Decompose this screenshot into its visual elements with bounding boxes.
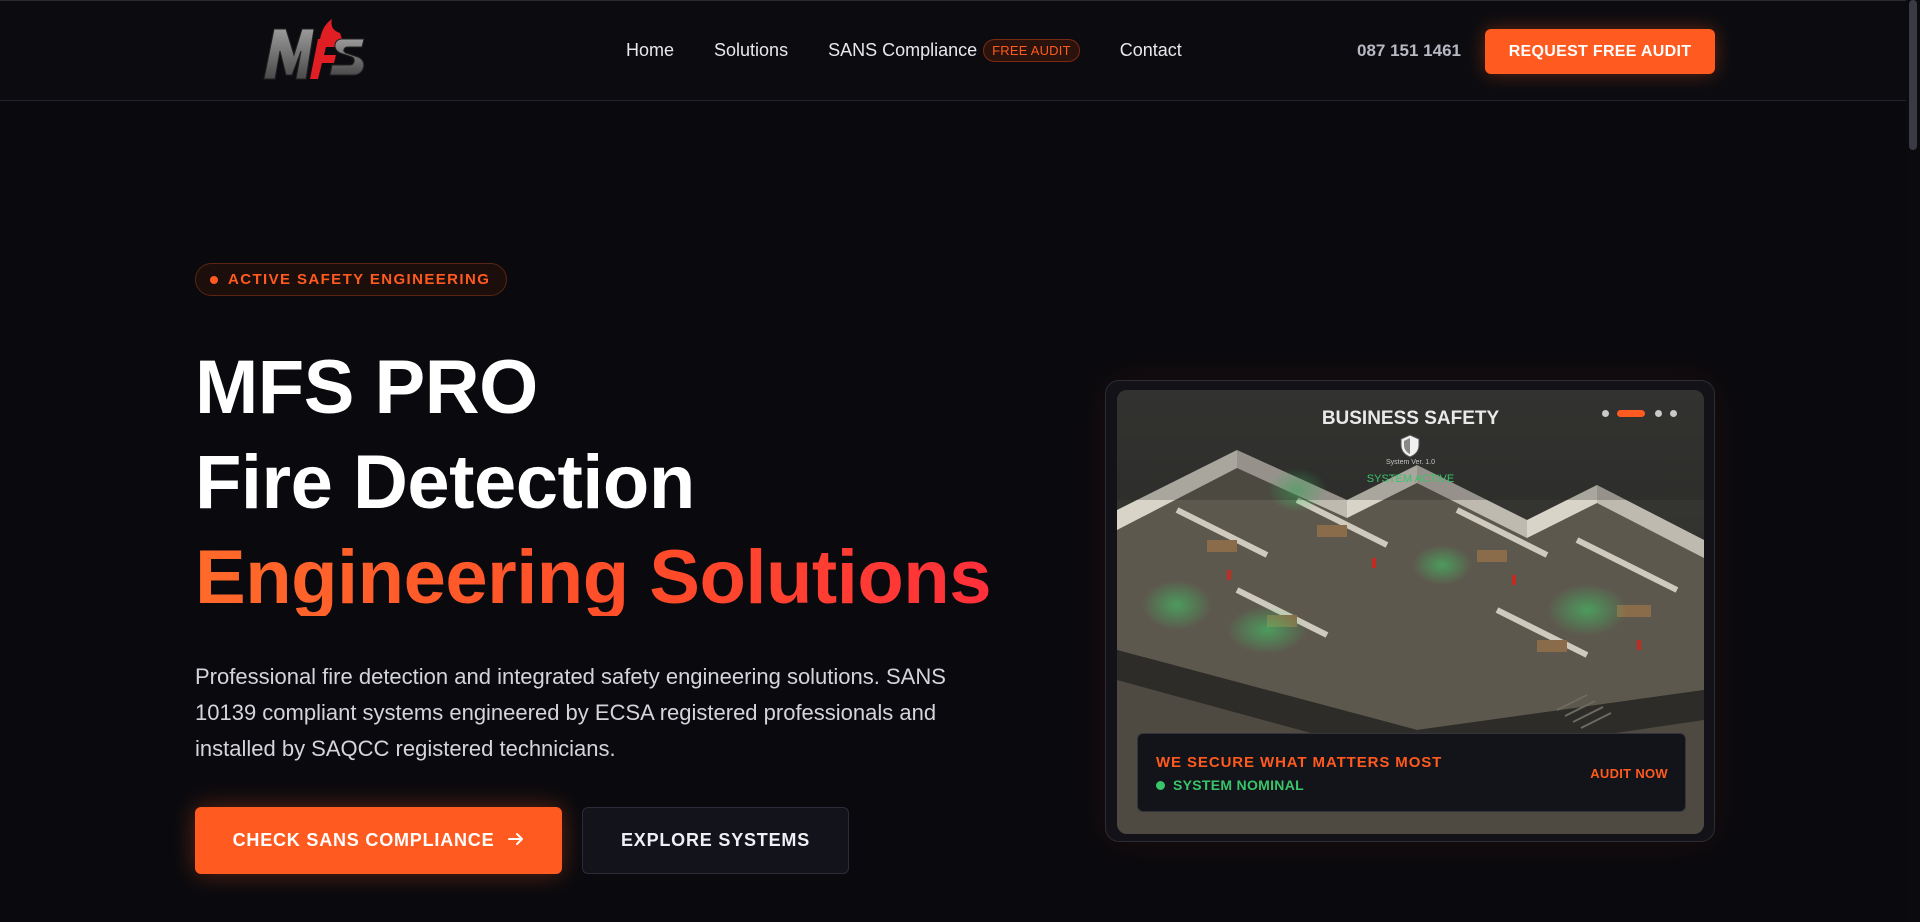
check-sans-compliance-button[interactable]: CHECK SANS COMPLIANCE — [195, 807, 562, 874]
arrow-right-icon — [508, 830, 524, 851]
slide-dot-1[interactable] — [1602, 410, 1609, 417]
system-active-label: SYSTEM ACTIVE — [1366, 473, 1455, 485]
system-status: SYSTEM NOMINAL — [1156, 777, 1304, 793]
hero-title-line2: Fire Detection — [195, 440, 695, 525]
card-bar-title: WE SECURE WHAT MATTERS MOST — [1156, 754, 1443, 771]
system-version: System Ver. 1.0 — [1385, 459, 1436, 466]
slide-indicators — [1602, 410, 1685, 417]
nav-sans-compliance[interactable]: SANS Compliance FREE AUDIT — [828, 39, 1080, 62]
nav-solutions[interactable]: Solutions — [714, 40, 788, 61]
hero-title-line3: Engineering Solutions — [195, 535, 991, 620]
free-audit-badge: FREE AUDIT — [983, 39, 1080, 62]
check-sans-compliance-label: CHECK SANS COMPLIANCE — [232, 830, 495, 850]
scrollbar-thumb[interactable] — [1909, 0, 1917, 150]
section-pill: ACTIVE SAFETY ENGINEERING — [195, 263, 508, 296]
slide-dot-3[interactable] — [1655, 410, 1662, 417]
slide-dot-2-active[interactable] — [1617, 410, 1645, 417]
audit-now-link[interactable]: AUDIT NOW — [1590, 766, 1668, 781]
site-header: Home Solutions SANS Compliance FREE AUDI… — [0, 0, 1920, 101]
mfs-logo[interactable] — [260, 15, 370, 85]
card-info-bar: WE SECURE WHAT MATTERS MOST SYSTEM NOMIN… — [1137, 733, 1686, 812]
main-nav: Home Solutions SANS Compliance FREE AUDI… — [626, 39, 1222, 62]
nav-home[interactable]: Home — [626, 40, 674, 61]
nav-contact[interactable]: Contact — [1120, 40, 1182, 61]
hero-title-line1: MFS PRO — [195, 345, 538, 430]
status-dot-icon — [1156, 780, 1165, 790]
phone-number[interactable]: 087 151 1461 — [1357, 41, 1461, 61]
system-status-label: SYSTEM NOMINAL — [1173, 777, 1304, 793]
request-free-audit-button[interactable]: REQUEST FREE AUDIT — [1485, 29, 1715, 74]
hero-description: Professional fire detection and integrat… — [195, 664, 946, 761]
explore-systems-button[interactable]: EXPLORE SYSTEMS — [582, 807, 849, 874]
slide-dot-4[interactable] — [1670, 410, 1677, 417]
pill-dot-icon — [210, 275, 218, 284]
nav-sans-compliance-label[interactable]: SANS Compliance — [828, 40, 977, 61]
hero-showcase-card: BUSINESS SAFETY System Ver. 1.0 SYSTEM A… — [1105, 380, 1715, 842]
pill-label: ACTIVE SAFETY ENGINEERING — [228, 271, 491, 288]
scrollbar[interactable] — [1906, 0, 1920, 922]
